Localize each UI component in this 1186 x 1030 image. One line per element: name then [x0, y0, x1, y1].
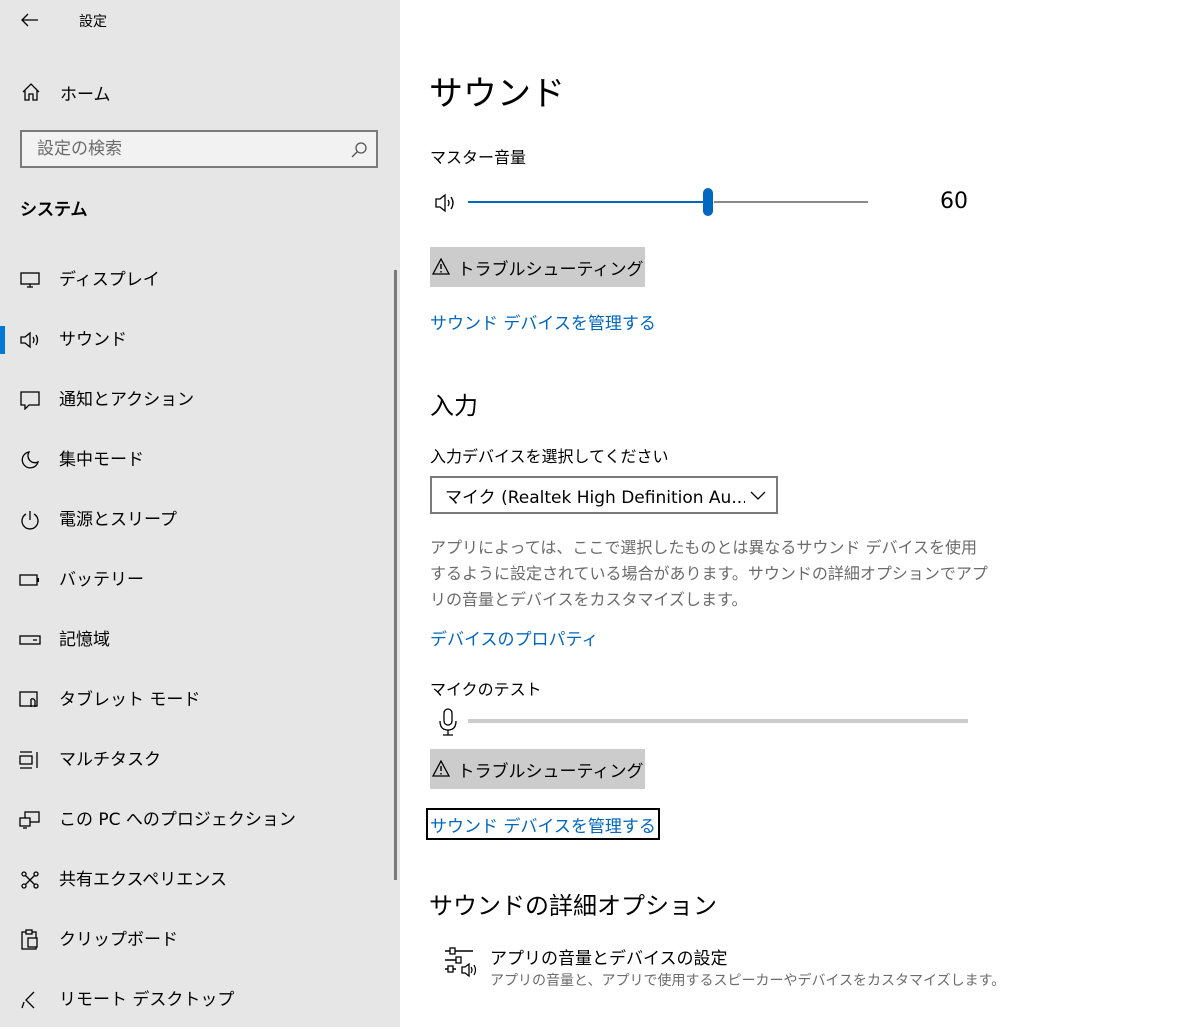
sidebar-item-battery[interactable]: バッテリー	[0, 550, 400, 610]
sidebar-item-tablet-mode[interactable]: タブレット モード	[0, 670, 400, 730]
input-description: アプリによっては、ここで選択したものとは異なるサウンド デバイスを使用するように…	[430, 538, 988, 609]
speaker-icon	[19, 329, 41, 351]
troubleshoot-label: トラブルシューティング	[457, 259, 644, 280]
mic-test-label: マイクのテスト	[430, 680, 542, 699]
section-title: システム	[20, 200, 88, 220]
page-title: サウンド	[429, 74, 565, 114]
sidebar-item-display[interactable]: ディスプレイ	[0, 250, 400, 310]
sidebar-item-multitasking[interactable]: マルチタスク	[0, 730, 400, 790]
sidebar: 設定 ホーム システム ディスプレイ サウンド 通知とアクション 集中モード	[0, 0, 400, 1027]
power-icon	[19, 509, 41, 531]
main-content: サウンド マスター音量 60 トラブルシューティング サウンド デバイスを管理す…	[400, 0, 1186, 1027]
sidebar-item-notifications[interactable]: 通知とアクション	[0, 370, 400, 430]
search-input[interactable]	[22, 132, 337, 166]
sidebar-item-label: この PC へのプロジェクション	[59, 810, 296, 830]
sidebar-item-label: バッテリー	[59, 570, 144, 590]
chevron-down-icon	[750, 491, 766, 500]
projection-icon	[19, 809, 41, 831]
volume-value: 60	[940, 189, 968, 214]
display-icon	[19, 269, 41, 291]
sidebar-item-label: リモート デスクトップ	[59, 990, 235, 1010]
search-icon[interactable]	[350, 141, 368, 159]
device-properties-link[interactable]: デバイスのプロパティ	[430, 625, 598, 650]
warning-icon	[431, 258, 450, 275]
multitask-icon	[19, 749, 41, 771]
sidebar-item-shared-experiences[interactable]: 共有エクスペリエンス	[0, 850, 400, 910]
manage-sound-devices-link[interactable]: サウンド デバイスを管理する	[430, 309, 656, 334]
sidebar-item-remote-desktop[interactable]: リモート デスクトップ	[0, 970, 400, 1030]
sidebar-item-label: ホーム	[60, 84, 111, 105]
master-volume-slider[interactable]	[468, 188, 868, 216]
sidebar-item-label: 集中モード	[59, 450, 144, 470]
sidebar-item-focus-assist[interactable]: 集中モード	[0, 430, 400, 490]
notification-icon	[19, 389, 41, 411]
warning-icon	[431, 760, 450, 777]
search-box[interactable]	[20, 130, 378, 168]
sidebar-item-label: マルチタスク	[59, 750, 161, 770]
manage-sound-devices-link-input-focused[interactable]: サウンド デバイスを管理する	[426, 808, 660, 840]
master-volume-label: マスター音量	[430, 148, 527, 167]
sidebar-item-clipboard[interactable]: クリップボード	[0, 910, 400, 970]
sidebar-item-label: 共有エクスペリエンス	[59, 870, 227, 890]
manage-sound-devices-link[interactable]: サウンド デバイスを管理する	[430, 812, 656, 837]
app-title: 設定	[79, 14, 107, 30]
app-volume-device-preferences[interactable]: アプリの音量とデバイスの設定 アプリの音量と、アプリで使用するスピーカーやデバイ…	[430, 940, 1005, 990]
sidebar-item-label: タブレット モード	[59, 690, 201, 710]
sidebar-item-home[interactable]: ホーム	[0, 72, 400, 112]
speaker-icon[interactable]	[434, 192, 460, 214]
input-device-label: 入力デバイスを選択してください	[430, 447, 669, 466]
advanced-item-description: アプリの音量と、アプリで使用するスピーカーやデバイスをカスタマイズします。	[490, 973, 1006, 989]
troubleshoot-button-input[interactable]: トラブルシューティング	[430, 749, 645, 789]
sidebar-item-label: サウンド	[59, 330, 127, 350]
sidebar-item-storage[interactable]: 記憶域	[0, 610, 400, 670]
input-heading: 入力	[430, 392, 478, 420]
sidebar-item-sound[interactable]: サウンド	[0, 310, 400, 370]
advanced-options-heading: サウンドの詳細オプション	[429, 892, 717, 920]
home-icon	[20, 81, 42, 103]
dropdown-value: マイク (Realtek High Definition Au...	[445, 487, 745, 508]
slider-track	[714, 201, 868, 203]
clipboard-icon	[19, 929, 41, 951]
remote-desktop-icon	[19, 989, 41, 1011]
sliders-speaker-icon	[445, 947, 477, 978]
sidebar-item-label: 電源とスリープ	[59, 510, 177, 530]
troubleshoot-label: トラブルシューティング	[457, 761, 644, 782]
mic-level-meter	[468, 719, 968, 723]
moon-icon	[19, 449, 41, 471]
back-button[interactable]	[14, 6, 46, 34]
sidebar-item-label: ディスプレイ	[59, 270, 160, 290]
back-arrow-icon	[21, 13, 38, 27]
battery-icon	[19, 569, 41, 591]
sidebar-nav: ディスプレイ サウンド 通知とアクション 集中モード 電源とスリープ バッテリー…	[0, 250, 400, 1030]
sidebar-item-label: 記憶域	[59, 630, 110, 650]
sidebar-scrollbar[interactable]	[394, 270, 397, 880]
sidebar-item-label: 通知とアクション	[59, 390, 195, 410]
sidebar-item-projection[interactable]: この PC へのプロジェクション	[0, 790, 400, 850]
sidebar-item-label: クリップボード	[59, 930, 178, 950]
troubleshoot-button[interactable]: トラブルシューティング	[430, 247, 645, 287]
slider-thumb[interactable]	[703, 188, 713, 216]
tablet-icon	[19, 689, 41, 711]
input-device-dropdown[interactable]: マイク (Realtek High Definition Au...	[430, 476, 778, 514]
slider-fill	[468, 201, 704, 203]
advanced-item-title: アプリの音量とデバイスの設定	[490, 949, 728, 969]
storage-icon	[19, 629, 41, 651]
shared-experience-icon	[19, 869, 41, 891]
sidebar-item-power-sleep[interactable]: 電源とスリープ	[0, 490, 400, 550]
microphone-icon	[439, 708, 457, 736]
